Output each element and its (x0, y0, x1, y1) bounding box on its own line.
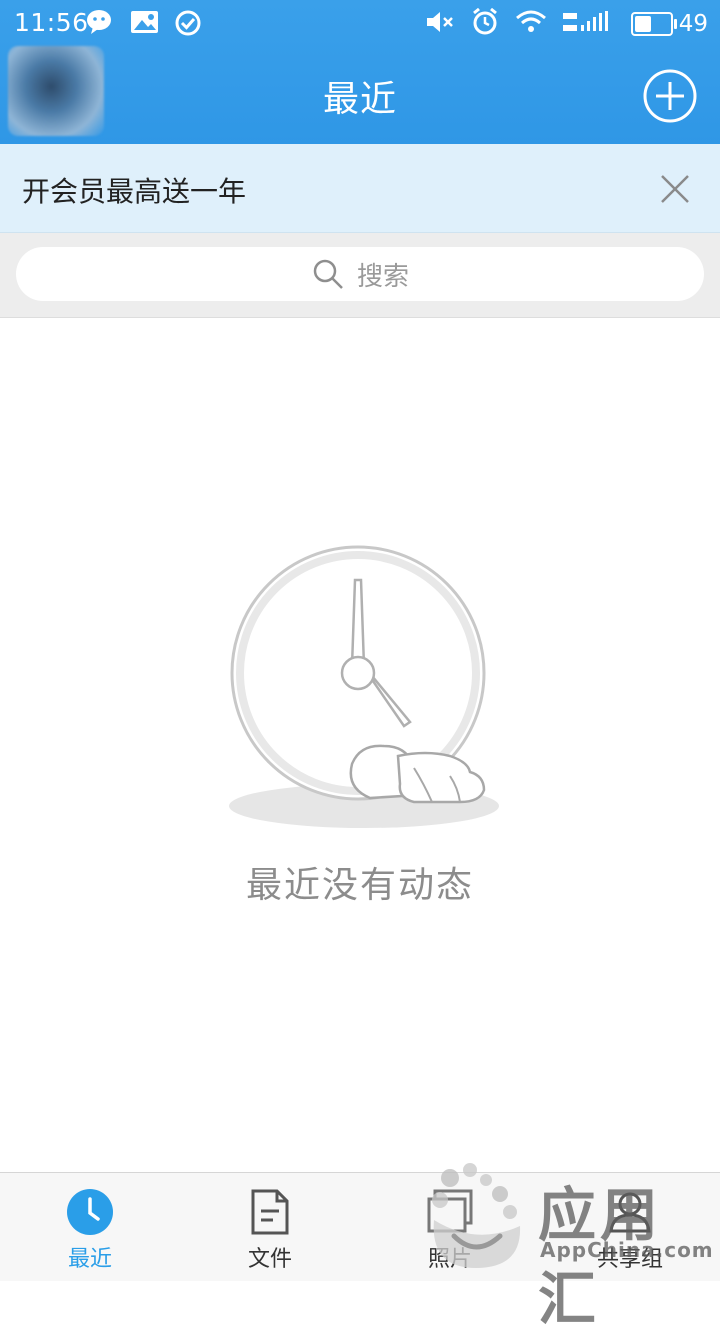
tab-shared-groups[interactable]: 共享组 (540, 1173, 720, 1281)
tab-label: 文件 (247, 1247, 292, 1272)
tab-label: 最近 (67, 1247, 112, 1272)
close-icon (661, 175, 689, 203)
photo-icon (427, 1189, 473, 1233)
tab-label: 照片 (427, 1247, 472, 1272)
search-input[interactable]: 搜索 (16, 247, 704, 301)
search-icon (313, 259, 343, 289)
search-area: 搜索 (0, 233, 720, 318)
bottom-tab-bar: 最近 文件 照片 共享组 (0, 1172, 720, 1281)
mute-icon (425, 9, 455, 39)
search-placeholder: 搜索 (356, 261, 409, 292)
promo-text[interactable]: 开会员最高送一年 (22, 170, 246, 210)
sleeping-clock-illustration (218, 540, 508, 840)
group-icon (609, 1192, 651, 1233)
top-bar: 11:56 49 最近 (0, 0, 720, 144)
status-left-icons (86, 9, 202, 41)
vip-promo-banner[interactable]: 开会员最高送一年 (0, 144, 720, 233)
plus-circle-icon (643, 69, 697, 123)
status-time: 11:56 (14, 8, 89, 37)
tab-files[interactable]: 文件 (180, 1173, 360, 1281)
clock-icon (67, 1189, 113, 1235)
tab-photos[interactable]: 照片 (360, 1173, 540, 1281)
document-icon (251, 1189, 289, 1235)
add-button[interactable] (642, 68, 698, 124)
status-right-icons: 49 (425, 7, 708, 40)
empty-state-message: 最近没有动态 (245, 865, 474, 906)
signal-2g4g-icon (562, 9, 615, 39)
check-circle-icon (174, 9, 202, 41)
gallery-notification-icon (130, 9, 160, 41)
alarm-icon (471, 7, 499, 40)
tab-label: 共享组 (596, 1247, 663, 1272)
battery-icon: 49 (630, 11, 708, 37)
page-title: 最近 (322, 79, 397, 120)
battery-percent: 49 (678, 11, 708, 37)
tab-recent[interactable]: 最近 (0, 1173, 180, 1281)
status-bar: 11:56 49 (0, 0, 720, 44)
promo-close-button[interactable] (658, 172, 692, 206)
wechat-icon (86, 9, 116, 41)
wifi-icon (515, 9, 547, 39)
